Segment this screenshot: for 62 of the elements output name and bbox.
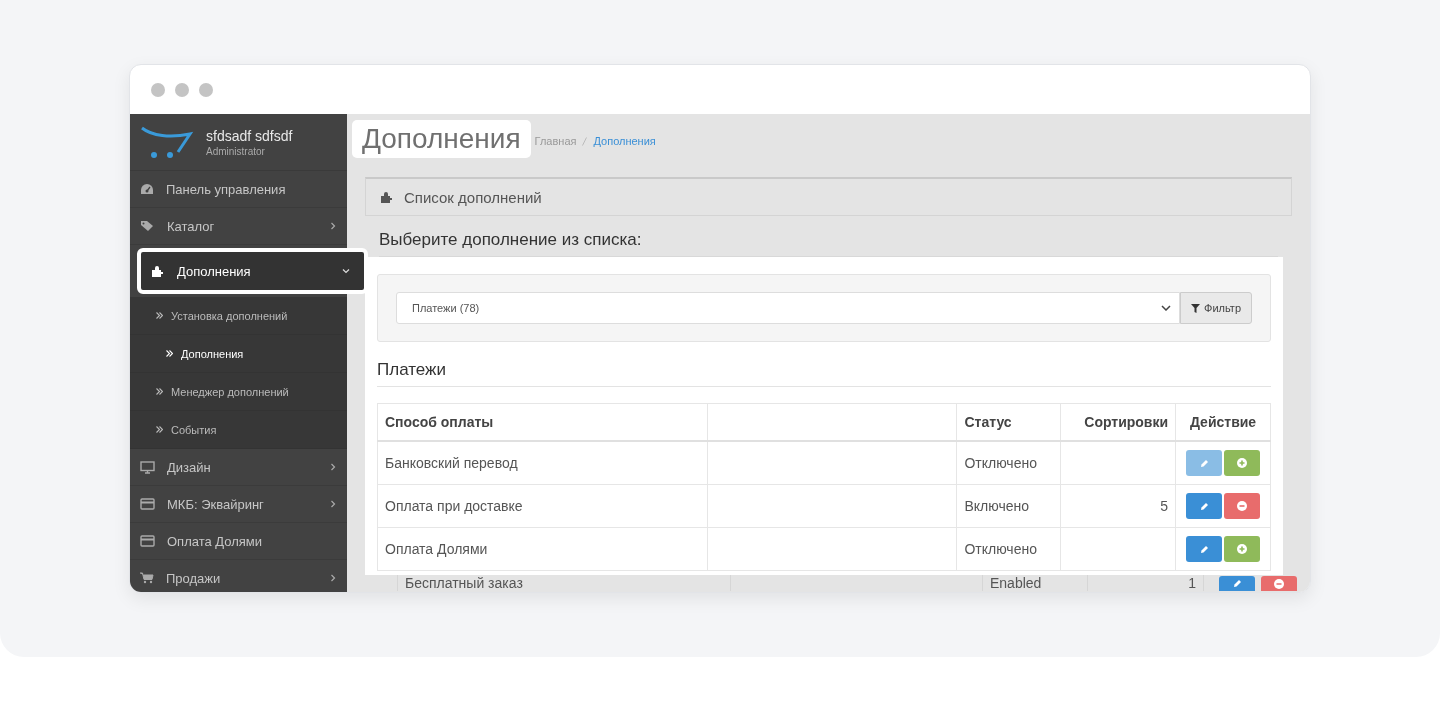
window-dot <box>175 82 189 97</box>
submenu-item[interactable]: Установка дополнений <box>130 297 347 335</box>
install-button[interactable] <box>1224 450 1261 476</box>
minus-circle-icon <box>1237 501 1248 511</box>
window-dot <box>151 82 165 97</box>
table-cell: Отключено <box>956 527 1061 571</box>
table-cell: Включено <box>956 484 1061 528</box>
table-cell: Оплата Долями <box>377 527 708 571</box>
slash-separator-icon <box>582 136 588 146</box>
column-header: Способ оплаты <box>377 403 708 441</box>
sidebar-item[interactable]: Дополнения <box>137 248 368 294</box>
double-chevron-icon <box>156 312 163 319</box>
submenu-item[interactable]: Дополнения <box>130 335 347 373</box>
page-title: Дополнения <box>352 120 531 158</box>
edit-button[interactable] <box>1186 450 1223 476</box>
chevron-down-icon <box>1161 305 1172 311</box>
sidebar-item[interactable]: МКБ: Эквайринг <box>130 486 347 523</box>
uninstall-button[interactable] <box>1261 576 1297 591</box>
table-cell: Бесплатный заказ <box>397 575 730 591</box>
filter-button[interactable]: Фильтр <box>1180 292 1252 324</box>
column-header: Сортировки <box>1060 403 1176 441</box>
window-dot <box>199 82 213 97</box>
submenu-item[interactable]: Менеджер дополнений <box>130 373 347 411</box>
user-name: sfdsadf sdfsdf <box>206 127 293 144</box>
table-cell: 5 <box>1060 484 1176 528</box>
submenu-item[interactable]: События <box>130 411 347 449</box>
plus-circle-icon <box>1237 544 1248 554</box>
section-title: Платежи <box>377 360 1271 387</box>
credit-card-icon <box>140 498 155 510</box>
pencil-icon <box>1199 501 1209 511</box>
puzzle-icon <box>151 264 165 278</box>
minus-circle-icon <box>1274 578 1284 589</box>
funnel-icon <box>1191 303 1201 313</box>
double-chevron-icon <box>156 388 163 395</box>
table-cell: 1 <box>1087 575 1203 591</box>
table-cell: Enabled <box>982 575 1087 591</box>
edit-button[interactable] <box>1186 536 1223 562</box>
column-header: Действие <box>1175 403 1271 441</box>
pencil-icon <box>1199 458 1209 468</box>
table-cell: Банковский перевод <box>377 441 708 485</box>
cart-icon <box>140 572 154 584</box>
install-button[interactable] <box>1224 536 1261 562</box>
monitor-icon <box>140 460 155 474</box>
tag-icon <box>140 220 155 232</box>
table-cell: Отключено <box>956 441 1061 485</box>
uninstall-button[interactable] <box>1224 493 1261 519</box>
edit-button[interactable] <box>1186 493 1223 519</box>
puzzle-icon <box>380 190 394 204</box>
panel-title: Список дополнений <box>404 188 542 206</box>
pencil-icon <box>1199 544 1209 554</box>
credit-card-icon <box>140 535 155 547</box>
gauge-icon <box>140 183 154 195</box>
edit-button[interactable] <box>1219 576 1255 591</box>
double-chevron-icon <box>166 350 173 357</box>
column-header: Статус <box>956 403 1061 441</box>
cart-logo-icon <box>140 124 194 160</box>
user-role: Administrator <box>206 145 266 157</box>
pencil-icon <box>1232 579 1242 588</box>
table-cell: Оплата при доставке <box>377 484 708 528</box>
category-select[interactable]: Платежи (78) <box>396 292 1181 324</box>
double-chevron-icon <box>156 426 163 433</box>
plus-circle-icon <box>1237 458 1248 468</box>
